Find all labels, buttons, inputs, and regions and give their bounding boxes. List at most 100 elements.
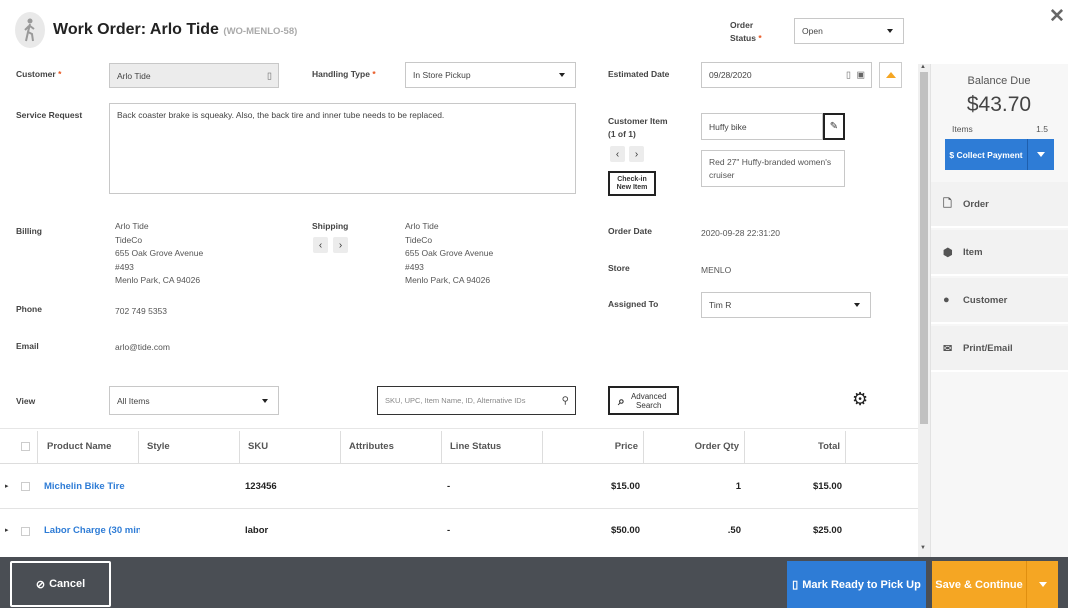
clipboard-icon: ▯ bbox=[792, 579, 799, 591]
work-order-id: (WO-MENLO-58) bbox=[223, 26, 298, 37]
balance-due-label: Balance Due bbox=[967, 75, 1031, 87]
row-checkbox[interactable] bbox=[21, 482, 30, 491]
mark-ready-button[interactable]: ▯ Mark Ready to Pick Up bbox=[787, 561, 926, 608]
expand-row-icon[interactable]: ▸ bbox=[5, 526, 9, 534]
email-value: arlo@tide.com bbox=[115, 342, 170, 352]
customer-label: Customer * bbox=[16, 69, 62, 79]
expand-row-icon[interactable]: ▸ bbox=[5, 482, 9, 490]
sidebar-item-order[interactable]: 🗋 Order bbox=[931, 182, 1068, 228]
product-name-link[interactable]: Michelin Bike Tire bbox=[44, 481, 125, 492]
sidebar-item-customer[interactable]: ● Customer bbox=[931, 278, 1068, 324]
person-walking-icon bbox=[24, 18, 35, 42]
scroll-up-icon[interactable]: ▲ bbox=[920, 64, 926, 70]
customer-field[interactable]: Arlo Tide ▯ bbox=[109, 63, 279, 88]
service-request-textarea[interactable]: Back coaster brake is squeaky. Also, the… bbox=[109, 103, 576, 194]
edit-item-button[interactable]: ✎ bbox=[823, 113, 845, 140]
col-product-name[interactable]: Product Name bbox=[47, 441, 111, 452]
store-value: MENLO bbox=[701, 265, 732, 275]
shipping-address: Arlo Tide TideCo 655 Oak Grove Avenue #493 M… bbox=[405, 221, 494, 285]
clear-icon[interactable]: ▯ bbox=[846, 70, 851, 81]
pencil-icon: ✎ bbox=[829, 121, 839, 132]
email-label: Email bbox=[16, 341, 39, 351]
chevron-right-icon: › bbox=[634, 148, 639, 160]
view-select[interactable]: All Items bbox=[109, 386, 279, 415]
sidebar-item-print-email[interactable]: ✉ Print/Email bbox=[931, 326, 1068, 372]
chevron-left-icon: ‹ bbox=[615, 148, 620, 160]
save-options-dropdown[interactable] bbox=[1026, 561, 1058, 608]
bike-avatar bbox=[15, 12, 45, 48]
col-attributes[interactable]: Attributes bbox=[349, 441, 394, 452]
shipping-label: Shipping bbox=[312, 221, 349, 231]
close-icon[interactable]: ✕ bbox=[1049, 5, 1065, 28]
line-status-cell: - bbox=[447, 525, 451, 536]
store-label: Store bbox=[608, 263, 630, 273]
check-in-new-item-button[interactable]: Check-in New Item bbox=[608, 171, 656, 196]
prev-shipping-button[interactable]: ‹ bbox=[313, 237, 328, 253]
chevron-left-icon: ‹ bbox=[318, 239, 323, 251]
col-sku[interactable]: SKU bbox=[248, 441, 268, 452]
prev-item-button[interactable]: ‹ bbox=[610, 146, 625, 162]
caret-down-icon bbox=[1037, 152, 1045, 157]
total-cell: $15.00 bbox=[812, 481, 842, 492]
caret-down-icon bbox=[1038, 582, 1047, 587]
next-shipping-button[interactable]: › bbox=[333, 237, 348, 253]
order-status-label: Order Status * bbox=[730, 20, 762, 43]
phone-label: Phone bbox=[16, 304, 42, 314]
select-all-checkbox[interactable] bbox=[21, 442, 30, 451]
advanced-search-icon: ⌕ bbox=[618, 393, 625, 408]
sku-cell: labor bbox=[245, 525, 269, 536]
chevron-right-icon: › bbox=[338, 239, 343, 251]
assigned-to-label: Assigned To bbox=[608, 299, 659, 309]
price-cell: $50.00 bbox=[610, 525, 640, 536]
collapse-toggle-button[interactable] bbox=[879, 62, 902, 88]
sidebar-item-item[interactable]: ⬢ Item bbox=[931, 230, 1068, 276]
handling-type-label: Handling Type * bbox=[312, 69, 376, 79]
estimated-date-label: Estimated Date bbox=[608, 69, 670, 79]
row-checkbox[interactable] bbox=[21, 527, 30, 536]
col-order-qty[interactable]: Order Qty bbox=[644, 441, 739, 452]
assigned-to-select[interactable]: Tim R bbox=[701, 292, 871, 318]
cancel-button[interactable]: ⊘ Cancel bbox=[10, 561, 111, 607]
col-price[interactable]: Price bbox=[543, 441, 638, 452]
col-style[interactable]: Style bbox=[147, 441, 170, 452]
items-count-value: 1.5 bbox=[1036, 124, 1048, 134]
product-name-link[interactable]: Labor Charge (30 minut bbox=[44, 525, 140, 536]
service-request-label: Service Request bbox=[16, 110, 83, 120]
phone-value: 702 749 5353 bbox=[115, 306, 167, 316]
save-continue-button[interactable]: Save & Continue bbox=[932, 561, 1026, 608]
envelope-icon: ✉ bbox=[943, 342, 953, 355]
settings-gear-icon[interactable]: ⚙ bbox=[852, 389, 868, 410]
next-item-button[interactable]: › bbox=[629, 146, 644, 162]
handling-type-select[interactable]: In Store Pickup bbox=[405, 62, 576, 88]
order-status-select[interactable]: Open bbox=[794, 18, 904, 44]
order-date-label: Order Date bbox=[608, 226, 652, 236]
box-icon: ⬢ bbox=[943, 246, 953, 259]
advanced-search-button[interactable]: ⌕ Advanced Search bbox=[608, 386, 679, 415]
search-icon[interactable]: ⚲ bbox=[562, 395, 569, 406]
items-count-label: Items bbox=[952, 124, 973, 134]
estimated-date-field[interactable]: 09/28/2020 ▯ ▣ bbox=[701, 62, 872, 88]
collect-payment-dropdown[interactable] bbox=[1027, 139, 1054, 170]
total-cell: $25.00 bbox=[812, 525, 842, 536]
scroll-down-icon[interactable]: ▼ bbox=[920, 545, 926, 551]
ban-icon: ⊘ bbox=[35, 578, 46, 591]
customer-item-description[interactable]: Red 27" Huffy-branded women's cruiser bbox=[701, 150, 845, 187]
col-total[interactable]: Total bbox=[745, 441, 840, 452]
qty-cell[interactable]: .50 bbox=[644, 525, 741, 536]
sku-cell: 123456 bbox=[245, 481, 277, 492]
collect-payment-button[interactable]: $ Collect Payment bbox=[945, 139, 1027, 170]
customer-item-label: Customer Item (1 of 1) bbox=[608, 116, 668, 139]
col-line-status[interactable]: Line Status bbox=[450, 441, 501, 452]
billing-address: Arlo Tide TideCo 655 Oak Grove Avenue #493 M… bbox=[115, 221, 204, 285]
customer-item-field[interactable]: Huffy bike bbox=[701, 113, 823, 140]
qty-cell[interactable]: 1 bbox=[644, 481, 741, 492]
billing-label: Billing bbox=[16, 226, 42, 236]
line-status-cell: - bbox=[447, 481, 451, 492]
scrollbar-thumb[interactable] bbox=[920, 72, 928, 424]
user-icon: ● bbox=[943, 294, 950, 306]
calendar-icon[interactable]: ▣ bbox=[856, 70, 865, 81]
price-cell: $15.00 bbox=[610, 481, 640, 492]
item-search-input[interactable]: SKU, UPC, Item Name, ID, Alternative IDs… bbox=[377, 386, 576, 415]
balance-due-value: $43.70 bbox=[966, 93, 1032, 116]
view-label: View bbox=[16, 396, 36, 406]
